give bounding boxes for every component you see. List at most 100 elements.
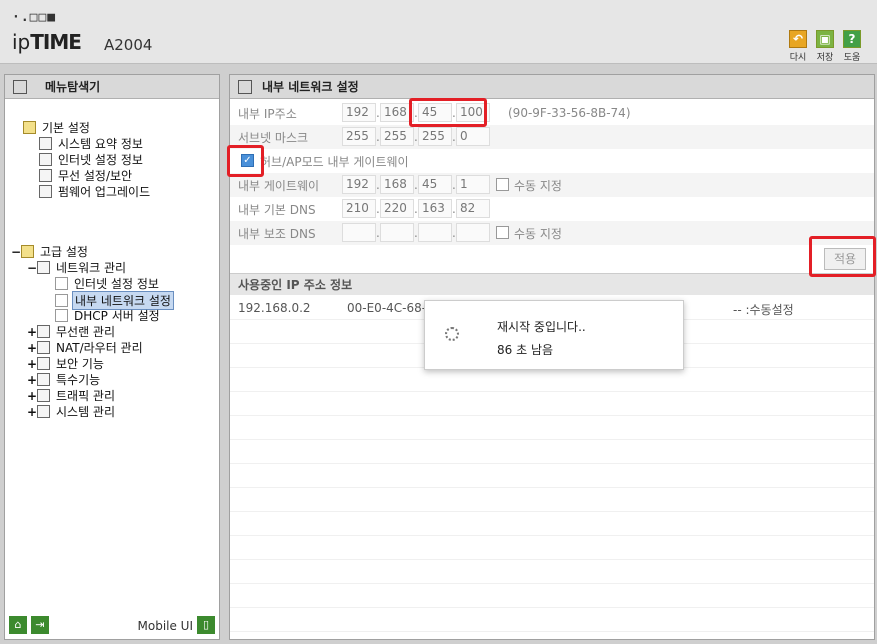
header: ·.□□■ ipTIME A2004 ↶ 다시 ▣ 저장 ? 도움: [0, 0, 877, 64]
tree-item-internet-settings[interactable]: 인터넷 설정 정보: [55, 275, 161, 292]
hub-mode-label: 허브/AP모드 내부 게이트웨이: [260, 155, 409, 169]
dns1-label: 내부 기본 DNS: [238, 203, 316, 217]
gateway-octet-4[interactable]: 1: [456, 175, 490, 194]
mac-address: (90-9F-33-56-8B-74): [508, 106, 631, 120]
tree-system-management[interactable]: + 시스템 관리: [27, 403, 117, 420]
loading-spinner-icon: [445, 327, 459, 341]
gateway-manual-checkbox[interactable]: [496, 178, 509, 191]
tree-advanced-settings[interactable]: − 고급 설정: [11, 243, 90, 260]
collapse-icon[interactable]: −: [11, 245, 21, 259]
dns1-row: 내부 기본 DNS 210 . 220 . 163 . 82: [230, 197, 874, 221]
expand-icon[interactable]: +: [27, 357, 37, 371]
ip-usage-title: 사용중인 IP 주소 정보: [230, 273, 874, 295]
expand-icon[interactable]: +: [27, 405, 37, 419]
tree-basic-settings[interactable]: 기본 설정: [23, 119, 92, 136]
page-icon: [55, 277, 68, 290]
mobile-icon[interactable]: ▯: [197, 616, 215, 634]
dns2-manual-checkbox[interactable]: [496, 226, 509, 239]
page-icon: [55, 294, 68, 307]
tree-special-functions[interactable]: + 특수기능: [27, 371, 102, 388]
restart-message: 재시작 중입니다..: [497, 320, 586, 334]
chart-icon: [37, 405, 50, 418]
gateway-octet-2[interactable]: 168: [380, 175, 414, 194]
subnet-octet-3[interactable]: 255: [418, 127, 452, 146]
tree-item-firmware[interactable]: 펌웨어 업그레이드: [39, 183, 152, 200]
expand-icon[interactable]: +: [27, 341, 37, 355]
hub-mode-row: ✓ 허브/AP모드 내부 게이트웨이: [230, 149, 874, 173]
dns1-octet-1[interactable]: 210: [342, 199, 376, 218]
tree-traffic-management[interactable]: + 트래픽 관리: [27, 387, 117, 404]
logo-mark: ·.□□■: [12, 10, 57, 25]
dns1-octet-3[interactable]: 163: [418, 199, 452, 218]
save-button[interactable]: ▣ 저장: [814, 30, 836, 63]
logo: ipTIME: [12, 30, 82, 54]
model-name: A2004: [104, 36, 153, 54]
ip-label: 내부 IP주소: [238, 107, 297, 121]
client-mac: 00-E0-4C-68-4: [347, 301, 434, 315]
ip-octet-1[interactable]: 192: [342, 103, 376, 122]
subnet-octet-1[interactable]: 255: [342, 127, 376, 146]
highlight-apply-button: [809, 236, 876, 277]
lock-icon: [37, 357, 50, 370]
tree-item-internet-info[interactable]: 인터넷 설정 정보: [39, 151, 145, 168]
restart-dialog: 재시작 중입니다.. 86 초 남음: [424, 300, 684, 370]
highlight-ip-octets: [409, 98, 487, 127]
page-icon: [55, 309, 68, 322]
tree-item-wireless[interactable]: 무선 설정/보안: [39, 167, 134, 184]
subnet-row: 서브넷 마스크 255 . 255 . 255 . 0: [230, 125, 874, 149]
undo-icon: ↶: [789, 30, 807, 48]
undo-button[interactable]: ↶ 다시: [787, 30, 809, 63]
search-icon: [13, 79, 27, 94]
dns2-octet-2[interactable]: [380, 223, 414, 242]
router-icon: [37, 341, 50, 354]
tree-item-dhcp-server[interactable]: DHCP 서버 설정: [55, 307, 162, 324]
monitor-icon: [39, 153, 52, 166]
settings-page-icon: [238, 79, 252, 94]
tree-security[interactable]: + 보안 기능: [27, 355, 106, 372]
tree-item-system-summary[interactable]: 시스템 요약 정보: [39, 135, 145, 152]
main-title: 내부 네트워크 설정: [230, 75, 874, 99]
client-ip: 192.168.0.2: [238, 301, 311, 315]
sidebar-footer: ⌂ ⇥ Mobile UI ▯: [5, 613, 219, 639]
gateway-label: 내부 게이트웨이: [238, 179, 320, 193]
dns2-label: 내부 보조 DNS: [238, 227, 316, 241]
client-status: -- :수동설정: [733, 303, 794, 317]
tree-network-management[interactable]: − 네트워크 관리: [27, 259, 128, 276]
wireless-icon: [39, 169, 52, 182]
gateway-row: 내부 게이트웨이 192 . 168 . 45 . 1 수동 지정: [230, 173, 874, 197]
mobile-ui-link[interactable]: Mobile UI: [138, 619, 194, 633]
tree-nat-router[interactable]: + NAT/라우터 관리: [27, 339, 145, 356]
gateway-octet-1[interactable]: 192: [342, 175, 376, 194]
help-icon: ?: [843, 30, 861, 48]
menu-explorer: 메뉴탐색기 기본 설정 시스템 요약 정보 인터넷 설정 정보 무선 설정/보안…: [4, 74, 220, 640]
dns2-octet-1[interactable]: [342, 223, 376, 242]
subnet-octet-2[interactable]: 255: [380, 127, 414, 146]
save-icon: ▣: [816, 30, 834, 48]
chart-icon: [39, 137, 52, 150]
traffic-icon: [37, 389, 50, 402]
gateway-octet-3[interactable]: 45: [418, 175, 452, 194]
dns2-octet-4[interactable]: [456, 223, 490, 242]
ip-row: 내부 IP주소 192 . 168 . 45 . 100 (90-9F-33-5…: [238, 103, 631, 122]
expand-icon[interactable]: +: [27, 389, 37, 403]
dns2-octet-3[interactable]: [418, 223, 452, 242]
collapse-icon[interactable]: −: [27, 261, 37, 275]
tree-wireless-management[interactable]: + 무선랜 관리: [27, 323, 117, 340]
subnet-label: 서브넷 마스크: [238, 131, 309, 145]
dns2-row: 내부 보조 DNS . . . 수동 지정: [230, 221, 874, 245]
help-button[interactable]: ? 도움: [841, 30, 863, 63]
dns1-octet-2[interactable]: 220: [380, 199, 414, 218]
subnet-octet-4[interactable]: 0: [456, 127, 490, 146]
dns1-octet-4[interactable]: 82: [456, 199, 490, 218]
tools-icon: [37, 373, 50, 386]
restart-countdown: 86 초 남음: [497, 343, 554, 357]
wireless-icon: [37, 325, 50, 338]
menu-explorer-title: 메뉴탐색기: [5, 75, 219, 99]
expand-icon[interactable]: +: [27, 325, 37, 339]
logout-icon[interactable]: ⇥: [31, 616, 49, 634]
expand-icon[interactable]: +: [27, 373, 37, 387]
network-icon: [37, 261, 50, 274]
dns2-manual-label: 수동 지정: [514, 227, 562, 241]
home-icon[interactable]: ⌂: [9, 616, 27, 634]
gateway-manual-label: 수동 지정: [514, 179, 562, 193]
